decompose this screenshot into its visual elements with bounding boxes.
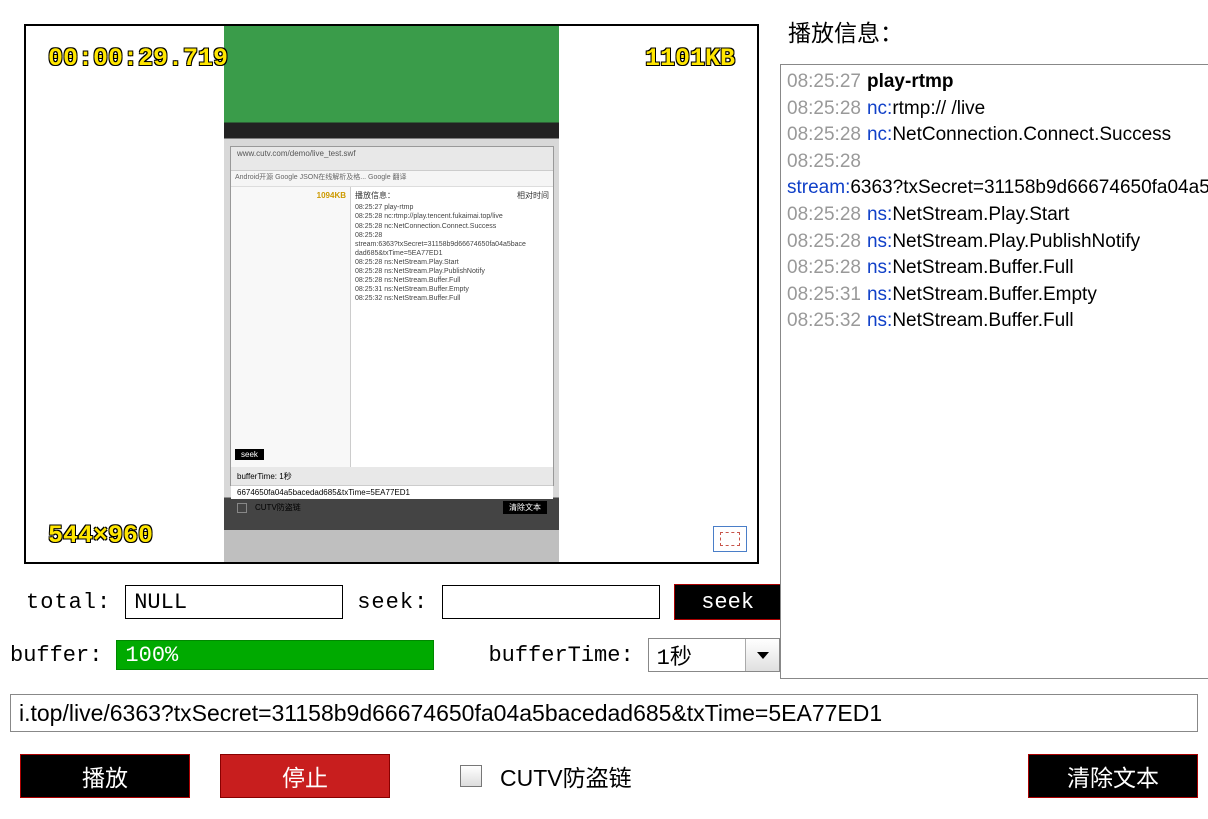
- nested-buffertime: bufferTime: 1秒: [237, 471, 292, 482]
- log-line: 08:25:27play-rtmp: [787, 69, 1208, 96]
- nested-bookmarks: Android开源 Google JSON在线解析及格... Google 翻译: [231, 171, 553, 187]
- video-frame: www.cutv.com/demo/live_test.swf Android开…: [24, 24, 759, 564]
- nested-kb: 1094KB: [317, 191, 346, 200]
- video-size-kb: 1101KB: [645, 44, 735, 73]
- nested-clear-btn: 清除文本: [503, 501, 547, 514]
- cutv-checkbox[interactable]: [460, 765, 482, 787]
- log-line: 08:25:28ns:NetStream.Buffer.Full: [787, 255, 1208, 282]
- buffer-label: buffer:: [10, 643, 102, 668]
- play-button[interactable]: 播放: [20, 754, 190, 798]
- log-line: 08:25:31ns:NetStream.Buffer.Empty: [787, 282, 1208, 309]
- log-line: 08:25:32ns:NetStream.Buffer.Full: [787, 308, 1208, 335]
- total-input[interactable]: [125, 585, 343, 619]
- fullscreen-icon[interactable]: [713, 526, 747, 552]
- log-box[interactable]: 08:25:27play-rtmp08:25:28nc:rtmp:// /liv…: [780, 64, 1208, 679]
- buffertime-dropdown[interactable]: 1秒: [648, 638, 780, 672]
- clear-button[interactable]: 清除文本: [1028, 754, 1198, 798]
- chevron-down-icon[interactable]: [745, 639, 779, 671]
- video-resolution: 544×960: [48, 521, 153, 550]
- url-input[interactable]: [10, 694, 1198, 732]
- log-line: 08:25:28ns:NetStream.Play.PublishNotify: [787, 229, 1208, 256]
- log-line: 08:25:28: [787, 149, 1208, 176]
- buffer-bar: 100%: [116, 640, 434, 670]
- video-content: www.cutv.com/demo/live_test.swf Android开…: [224, 26, 559, 562]
- nested-url-footer: 6674650fa04a5bacedad685&txTime=5EA77ED1: [231, 485, 553, 499]
- info-header-label: 播放信息：: [788, 14, 903, 48]
- nested-seek-btn: seek: [235, 449, 264, 460]
- nested-url-bar: www.cutv.com/demo/live_test.swf: [231, 147, 553, 171]
- log-line: stream:6363?txSecret=31158b9d66674650fa0…: [787, 175, 1208, 202]
- video-timecode: 00:00:29.719: [48, 44, 228, 73]
- seek-input[interactable]: [442, 585, 660, 619]
- seek-button[interactable]: seek: [674, 584, 781, 620]
- buffertime-label: bufferTime:: [488, 643, 633, 668]
- cutv-label: CUTV防盗链: [500, 759, 632, 793]
- log-line: 08:25:28ns:NetStream.Play.Start: [787, 202, 1208, 229]
- total-label: total:: [26, 590, 111, 615]
- seek-label: seek:: [357, 590, 428, 615]
- buffertime-value: 1秒: [657, 639, 692, 671]
- nested-cutv: CUTV防盗链: [255, 502, 301, 513]
- nested-browser-preview: www.cutv.com/demo/live_test.swf Android开…: [230, 146, 554, 486]
- log-line: 08:25:28nc:NetConnection.Connect.Success: [787, 122, 1208, 149]
- nested-log: 播放信息： 相对时间 08:25:27 play-rtmp08:25:28 nc…: [351, 187, 553, 467]
- stop-button[interactable]: 停止: [220, 754, 390, 798]
- log-line: 08:25:28nc:rtmp:// /live: [787, 96, 1208, 123]
